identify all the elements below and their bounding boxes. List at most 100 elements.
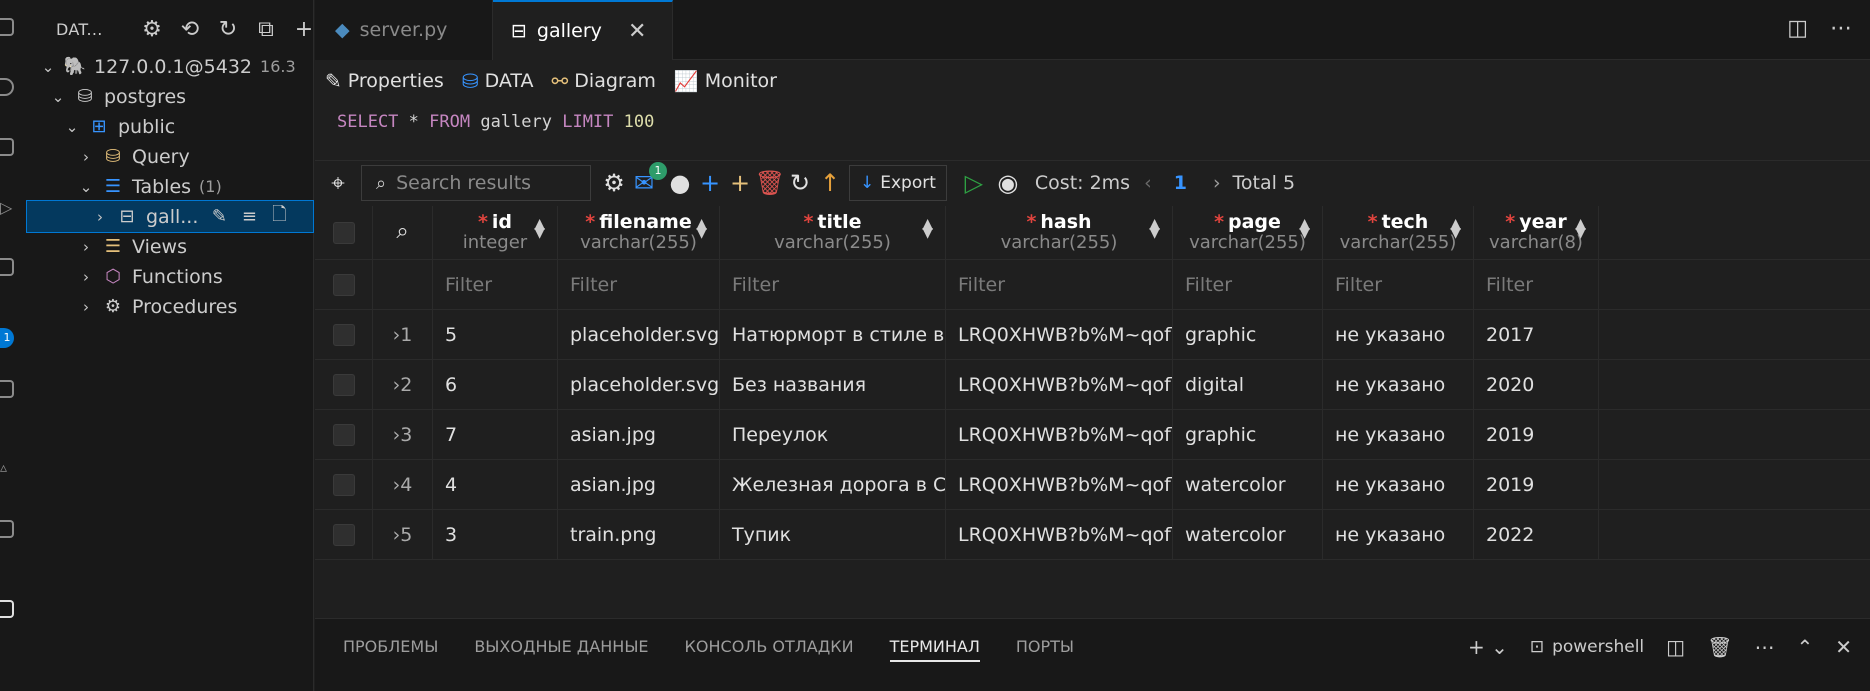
row-expand-cell[interactable]: › 3 [373, 410, 433, 459]
row-checkbox[interactable] [332, 273, 355, 296]
tab-debug-console[interactable]: КОНСОЛЬ ОТЛАДКИ [685, 637, 854, 662]
column-header-id[interactable]: * id integer ▲ ▼ [433, 206, 558, 259]
column-header-page[interactable]: * page varchar(255) ▲ ▼ [1173, 206, 1323, 259]
tab-terminal[interactable]: ТЕРМИНАЛ [889, 637, 980, 662]
close-icon[interactable]: ✕ [628, 19, 646, 44]
row-checkbox[interactable] [332, 323, 355, 346]
cell-id[interactable]: 7 [433, 410, 558, 459]
sort-icon[interactable]: ▲ ▼ [922, 217, 933, 240]
tab-server-py[interactable]: ◆ server.py [315, 0, 493, 60]
refresh-icon[interactable]: ↻ [785, 168, 815, 198]
cell-filename[interactable]: asian.jpg [558, 460, 720, 509]
sort-icon[interactable]: ▲ ▼ [1149, 217, 1160, 240]
cell-hash[interactable]: LRQ0XHWB?b%M~qoflURjV [946, 310, 1173, 359]
select-all-checkbox[interactable] [332, 221, 355, 244]
tree-item-database[interactable]: ⌄ ⛁ postgres [26, 80, 314, 113]
gear-icon[interactable]: ⚙ [599, 168, 629, 198]
row-checkbox[interactable] [332, 523, 355, 546]
cell-page[interactable]: watercolor [1173, 510, 1323, 559]
tree-item-schema[interactable]: ⌄ ⊞ public [26, 110, 314, 143]
sort-icon[interactable]: ▲ ▼ [534, 217, 545, 240]
cell-title[interactable]: Без названия [720, 360, 946, 409]
cell-id[interactable]: 6 [433, 360, 558, 409]
sort-icon[interactable]: ▲ ▼ [696, 217, 707, 240]
list-icon[interactable]: ≡ [238, 206, 260, 228]
tab-ports[interactable]: ПОРТЫ [1016, 637, 1074, 662]
docker-icon[interactable] [0, 520, 14, 538]
filter-hash[interactable]: Filter [946, 260, 1173, 309]
extensions-icon[interactable] [0, 258, 14, 276]
cell-title[interactable]: Переулок [720, 410, 946, 459]
cell-filename[interactable]: train.png [558, 510, 720, 559]
cell-year[interactable]: 2022 [1474, 510, 1599, 559]
filter-id[interactable]: Filter [433, 260, 558, 309]
trash-icon[interactable]: 🗑 [755, 168, 785, 198]
column-header-title[interactable]: * title varchar(255) ▲ ▼ [720, 206, 946, 259]
column-header-hash[interactable]: * hash varchar(255) ▲ ▼ [946, 206, 1173, 259]
row-checkbox[interactable] [332, 473, 355, 496]
cell-year[interactable]: 2019 [1474, 410, 1599, 459]
split-terminal-icon[interactable]: ◫ [1666, 635, 1685, 659]
tree-item-procedures[interactable]: › ⚙ Procedures [26, 290, 314, 323]
refresh-icon[interactable]: ↻ [214, 14, 242, 44]
tree-item-views[interactable]: › ☰ Views [26, 230, 314, 263]
row-expand-cell[interactable]: › 2 [373, 360, 433, 409]
cell-tech[interactable]: не указано [1323, 360, 1474, 409]
close-icon[interactable]: ✕ [1835, 635, 1852, 659]
export-button[interactable]: ↓ Export [849, 165, 947, 201]
cell-year[interactable]: 2020 [1474, 360, 1599, 409]
cell-page[interactable]: digital [1173, 360, 1323, 409]
filter-tech[interactable]: Filter [1323, 260, 1474, 309]
cell-hash[interactable]: LRQ0XHWB?b%M~qoflURjV [946, 460, 1173, 509]
filter-year[interactable]: Filter [1474, 260, 1599, 309]
cell-tech[interactable]: не указано [1323, 410, 1474, 459]
arrow-up-icon[interactable]: ↑ [815, 168, 845, 198]
cell-filename[interactable]: asian.jpg [558, 410, 720, 459]
tree-item-connection[interactable]: ⌄ 🐘 127.0.0.1@5432 16.3 [26, 50, 314, 83]
cell-hash[interactable]: LRQ0XHWB?b%M~qoflURjV [946, 510, 1173, 559]
tab-monitor[interactable]: 📈 Monitor [674, 69, 777, 93]
cell-page[interactable]: graphic [1173, 410, 1323, 459]
cell-hash[interactable]: LRQ0XHWB?b%M~qoflURjV [946, 360, 1173, 409]
source-control-icon[interactable] [0, 138, 14, 156]
cell-title[interactable]: Тупик [720, 510, 946, 559]
more-icon[interactable]: ⋯ [1830, 16, 1852, 41]
run-icon[interactable]: ▷ [959, 168, 989, 198]
add-connection-icon[interactable]: + [290, 14, 318, 44]
row-checkbox[interactable] [332, 423, 355, 446]
eye-icon[interactable]: ◉ [993, 168, 1023, 198]
search-column-cell[interactable]: ⌕ [373, 206, 433, 259]
cell-page[interactable]: graphic [1173, 310, 1323, 359]
pin-icon[interactable]: ⌖ [323, 168, 353, 198]
next-page-icon[interactable]: › [1213, 172, 1221, 194]
add-column-icon[interactable]: + [725, 168, 755, 198]
cell-id[interactable]: 4 [433, 460, 558, 509]
file-icon[interactable]: 🗋 [268, 204, 290, 228]
sort-icon[interactable]: ▲ ▼ [1299, 217, 1310, 240]
column-header-tech[interactable]: * tech varchar(255) ▲ ▼ [1323, 206, 1474, 259]
cell-year[interactable]: 2017 [1474, 310, 1599, 359]
row-expand-cell[interactable]: › 5 [373, 510, 433, 559]
column-header-year[interactable]: * year varchar(8) ▲ ▼ [1474, 206, 1599, 259]
tab-diagram[interactable]: ⚯ Diagram [552, 69, 656, 93]
add-row-icon[interactable]: + [695, 168, 725, 198]
new-terminal-icon[interactable]: + ⌄ [1468, 635, 1508, 659]
tab-data[interactable]: ⛁ DATA [462, 69, 534, 93]
cell-page[interactable]: watercolor [1173, 460, 1323, 509]
column-header-filename[interactable]: * filename varchar(255) ▲ ▼ [558, 206, 720, 259]
filter-filename[interactable]: Filter [558, 260, 720, 309]
history-icon[interactable]: ⟲ [176, 14, 204, 44]
sort-icon[interactable]: ▲ ▼ [1450, 217, 1461, 240]
database-icon[interactable] [0, 600, 14, 618]
row-expand-cell[interactable]: › 4 [373, 460, 433, 509]
explorer-icon[interactable] [0, 18, 14, 36]
collapse-all-icon[interactable]: ⧉ [252, 14, 280, 44]
row-checkbox[interactable] [332, 373, 355, 396]
cell-filename[interactable]: placeholder.svg [558, 360, 720, 409]
github-icon[interactable]: ● [665, 168, 695, 198]
tab-properties[interactable]: ✎ Properties [325, 69, 444, 93]
cell-filename[interactable]: placeholder.svg [558, 310, 720, 359]
table-row[interactable]: › 53train.pngТупикLRQ0XHWB?b%M~qoflURjVw… [315, 510, 1870, 560]
run-debug-icon[interactable]: ▷ [0, 198, 14, 217]
tree-item-tables[interactable]: ⌄ ☰ Tables (1) [26, 170, 314, 203]
